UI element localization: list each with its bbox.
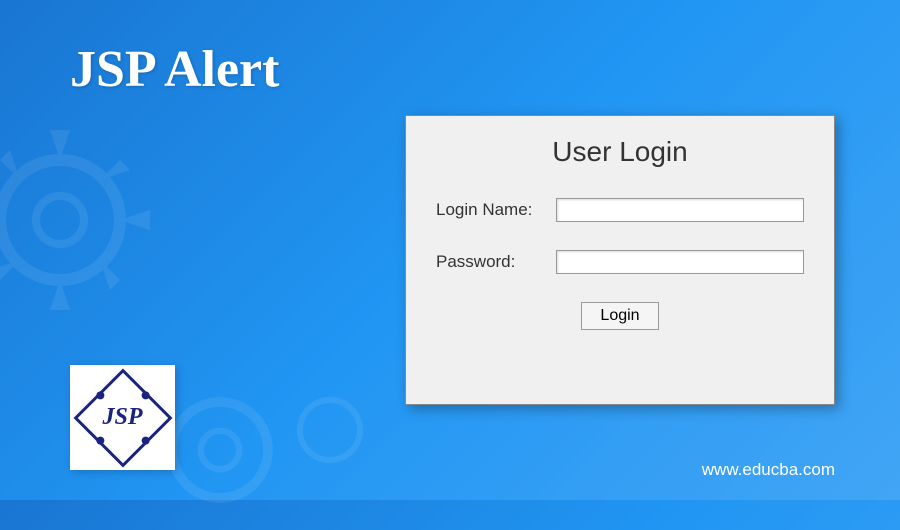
login-button[interactable]: Login bbox=[581, 302, 658, 330]
page-title: JSP Alert bbox=[70, 40, 279, 99]
button-row: Login bbox=[436, 302, 804, 330]
gear-bg-icon bbox=[280, 380, 380, 480]
password-input[interactable] bbox=[556, 250, 804, 274]
username-label: Login Name: bbox=[436, 200, 556, 220]
logo-text: JSP bbox=[102, 404, 142, 431]
site-url: www.educba.com bbox=[702, 460, 835, 480]
password-label: Password: bbox=[436, 252, 556, 272]
login-panel: User Login Login Name: Password: Login bbox=[405, 115, 835, 405]
jsp-logo: JSP bbox=[70, 365, 175, 470]
password-row: Password: bbox=[436, 250, 804, 274]
login-heading: User Login bbox=[436, 136, 804, 168]
username-input[interactable] bbox=[556, 198, 804, 222]
gear-bg-icon bbox=[0, 120, 160, 320]
username-row: Login Name: bbox=[436, 198, 804, 222]
